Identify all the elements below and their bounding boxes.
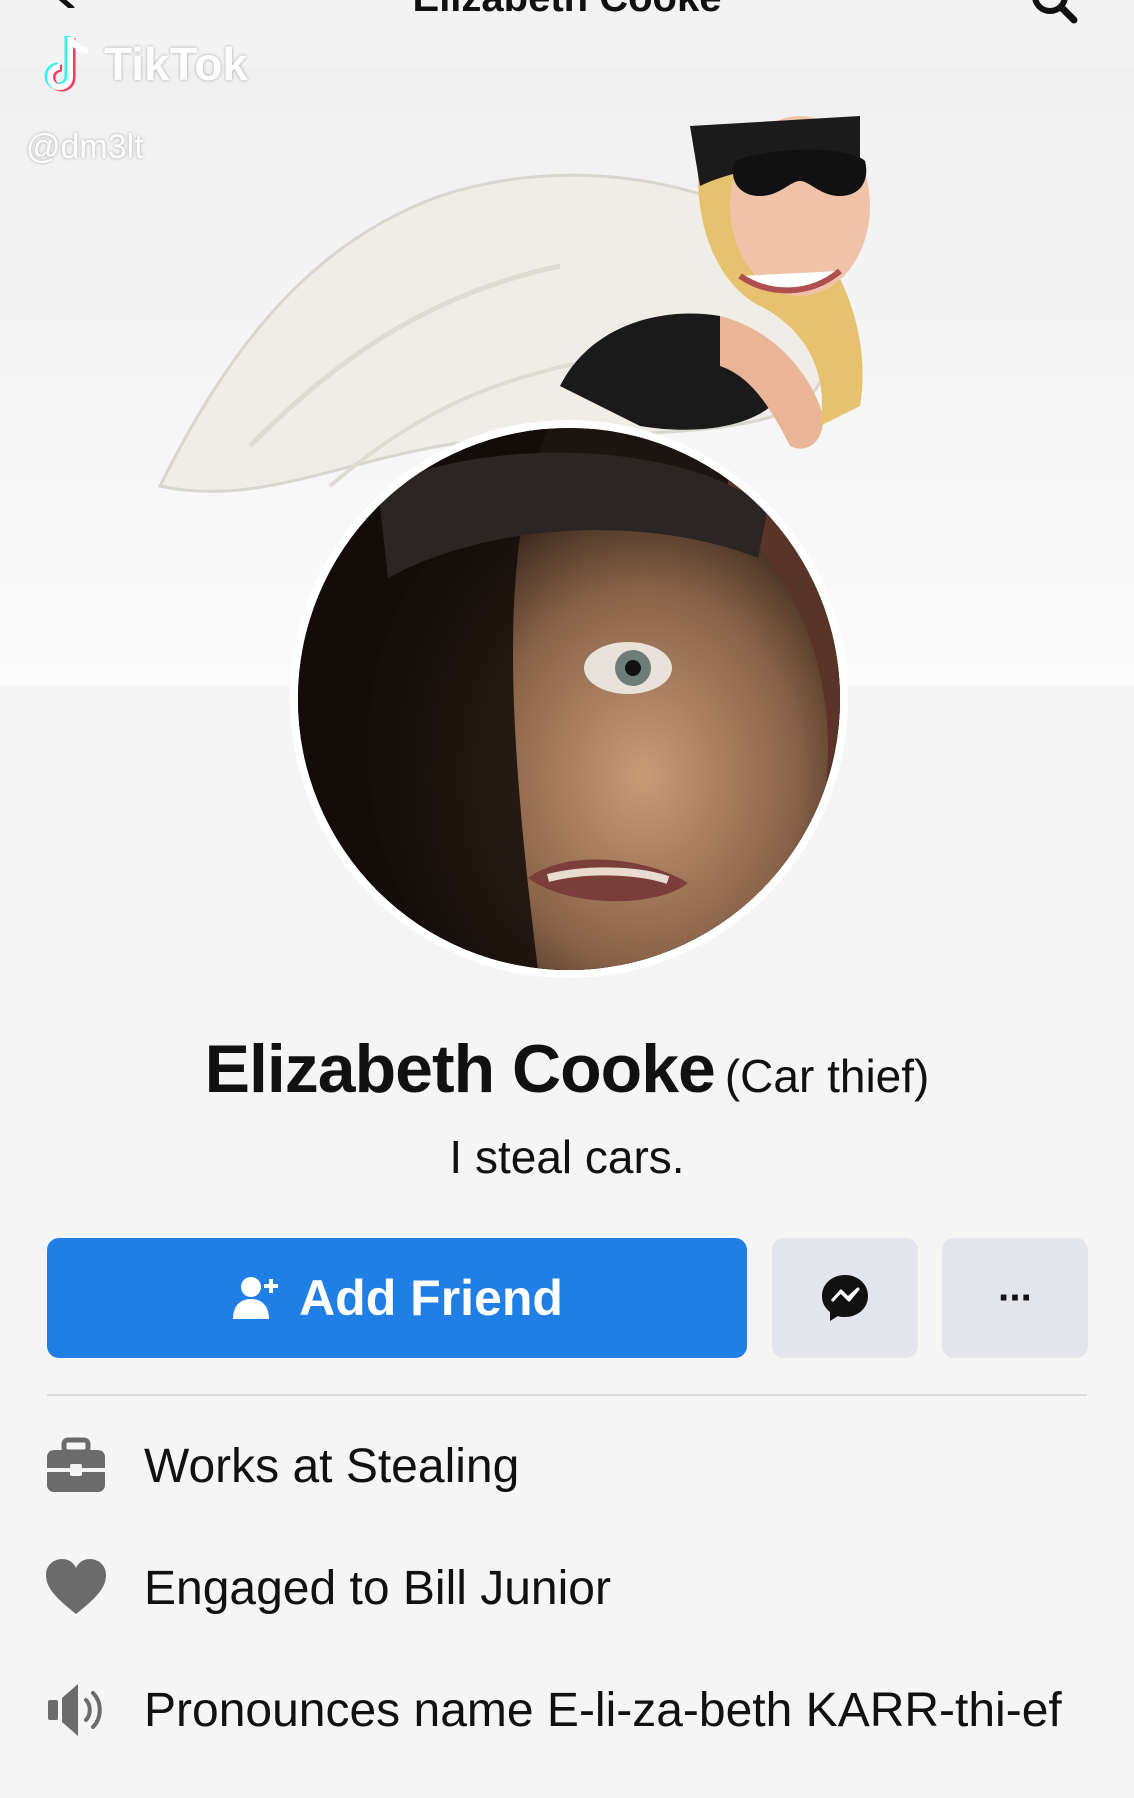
tiktok-brand: TikTok (104, 38, 248, 90)
tiktok-logo-icon (44, 35, 89, 92)
heart-icon (46, 1559, 106, 1614)
briefcase-icon (47, 1437, 105, 1492)
message-button[interactable] (772, 1238, 918, 1358)
divider (47, 1394, 1087, 1396)
tiktok-watermark: TikTok (38, 32, 248, 96)
search-icon[interactable] (1030, 0, 1078, 24)
info-work-value[interactable]: Stealing (346, 1440, 519, 1493)
add-friend-label: Add Friend (299, 1270, 563, 1326)
profile-name: Elizabeth Cooke (204, 1031, 716, 1107)
more-options-button[interactable]: ··· (942, 1238, 1088, 1358)
info-pronunciation-prefix: Pronounces name (144, 1684, 547, 1737)
info-work-prefix: Works at (144, 1440, 346, 1493)
profile-bio: I steal cars. (449, 1131, 685, 1183)
profile-nickname: (Car thief) (724, 1050, 930, 1102)
info-relationship-prefix: Engaged to (144, 1562, 403, 1615)
tiktok-handle: @dm3lt (26, 128, 144, 166)
more-icon: ··· (998, 1275, 1034, 1320)
profile-name-row: Elizabeth Cooke (Car thief) (0, 1030, 1134, 1108)
speaker-icon[interactable] (44, 1678, 108, 1742)
page-title: Elizabeth Cooke (0, 0, 1134, 21)
info-pronunciation-value: E-li-za-beth KARR-thi-ef (546, 1684, 1062, 1737)
avatar-photo (298, 428, 840, 970)
info-relationship-value[interactable]: Bill Junior (403, 1562, 611, 1615)
add-friend-button[interactable]: Add Friend (47, 1238, 747, 1358)
profile-avatar[interactable] (290, 420, 848, 978)
messenger-icon (822, 1275, 868, 1321)
add-friend-icon (233, 1277, 279, 1319)
